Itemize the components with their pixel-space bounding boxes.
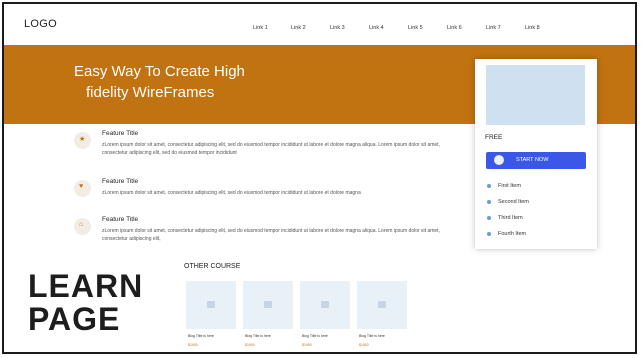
- image-placeholder-icon: [357, 281, 407, 329]
- course-card-title: Blog Title is here: [188, 334, 214, 338]
- play-icon: [494, 155, 504, 165]
- course-card[interactable]: Blog Title is here $1900: [186, 281, 236, 352]
- price-label: FREE: [485, 134, 503, 141]
- nav-links: Link 1 Link 2 Link 3 Link 4 Link 5 Link …: [253, 25, 555, 31]
- course-card[interactable]: Blog Title is here $1900: [357, 281, 407, 352]
- nav-link-1[interactable]: Link 1: [253, 25, 291, 31]
- course-card-price: $1900: [359, 343, 369, 347]
- heart-icon: ♥: [74, 180, 91, 197]
- image-placeholder-icon: [186, 281, 236, 329]
- course-card-title: Blog Title is here: [302, 334, 328, 338]
- learn-title-line-2: PAGE: [28, 301, 121, 337]
- feature-title: Feature Title: [102, 216, 139, 223]
- hero-title: Easy Way To Create High fidelity WireFra…: [74, 61, 245, 103]
- nav-link-6[interactable]: Link 6: [447, 25, 486, 31]
- course-card-title: Blog Title is here: [359, 334, 385, 338]
- feature-title: Feature Title: [102, 178, 139, 185]
- feature-text: zLorem ipsum dolor sit amet, consectetur…: [102, 142, 440, 156]
- course-card[interactable]: Blog Title is here $1900: [243, 281, 293, 352]
- course-card-price: $1900: [245, 343, 255, 347]
- image-placeholder-icon: [300, 281, 350, 329]
- included-items-list: First Item Second Item Third Item Fourth…: [487, 183, 529, 247]
- list-item: Second Item: [487, 199, 529, 215]
- nav-link-4[interactable]: Link 4: [369, 25, 408, 31]
- feature-title: Feature Title: [102, 130, 139, 137]
- feature-text: zLorem ipsum dolor sit amet, consectetur…: [102, 228, 440, 242]
- course-image-placeholder: [486, 65, 585, 125]
- learn-title-line-1: LEARN: [28, 268, 144, 304]
- course-card[interactable]: Blog Title is here $1900: [300, 281, 350, 352]
- image-placeholder-icon: [243, 281, 293, 329]
- hero-title-line-2: fidelity WireFrames: [86, 84, 215, 101]
- feature-text: zLorem ipsum dolor sit amet, consectetur…: [102, 190, 361, 196]
- course-card-title: Blog Title is here: [245, 334, 271, 338]
- nav-link-8[interactable]: Link 8: [525, 25, 555, 31]
- list-item: Fourth Item: [487, 231, 529, 247]
- enroll-card: FREE START NOW First Item Second Item Th…: [475, 59, 597, 249]
- logo[interactable]: LOGO: [24, 18, 57, 30]
- course-card-price: $1900: [188, 343, 198, 347]
- nav-link-7[interactable]: Link 7: [486, 25, 525, 31]
- start-now-label: START NOW: [516, 157, 549, 163]
- list-item: Third Item: [487, 215, 529, 231]
- course-card-price: $1900: [302, 343, 312, 347]
- nav-link-3[interactable]: Link 3: [330, 25, 369, 31]
- learn-page-title: LEARN PAGE: [28, 270, 143, 336]
- page-frame: LOGO Link 1 Link 2 Link 3 Link 4 Link 5 …: [2, 2, 637, 354]
- list-item: First Item: [487, 183, 529, 199]
- home-icon: ⌂: [74, 218, 91, 235]
- nav-link-2[interactable]: Link 2: [291, 25, 330, 31]
- other-course-heading: OTHER COURSE: [184, 263, 241, 270]
- nav-link-5[interactable]: Link 5: [408, 25, 447, 31]
- top-navbar: LOGO Link 1 Link 2 Link 3 Link 4 Link 5 …: [4, 4, 635, 45]
- hero-title-line-1: Easy Way To Create High: [74, 63, 245, 80]
- star-icon: ★: [74, 132, 91, 149]
- start-now-button[interactable]: START NOW: [486, 152, 586, 169]
